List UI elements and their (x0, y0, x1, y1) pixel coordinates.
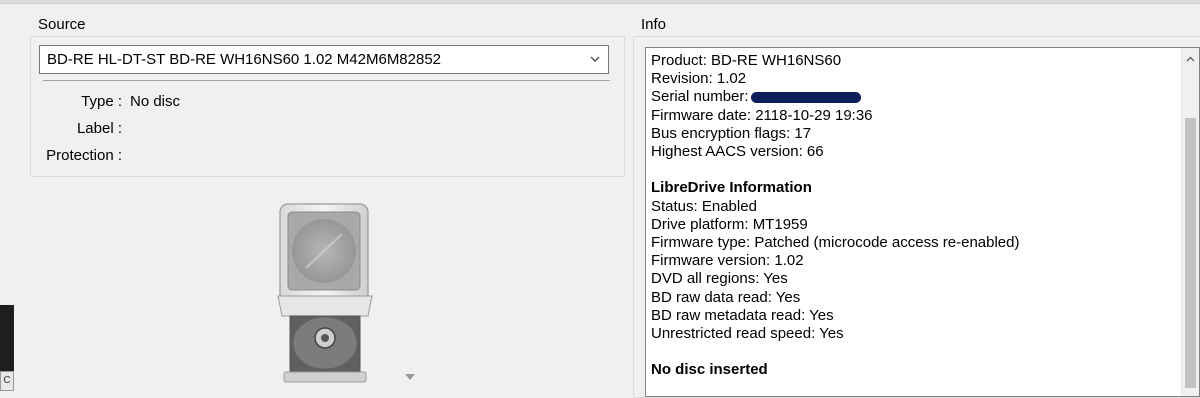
scrollbar-thumb[interactable] (1185, 118, 1196, 388)
info-firmware-version: Firmware version: 1.02 (651, 252, 804, 270)
info-group-title: Info (641, 16, 667, 33)
chevron-down-icon (590, 56, 600, 62)
info-gap (651, 161, 1019, 179)
info-product: Product: BD-RE WH16NS60 (651, 52, 842, 69)
source-group-title: Source (38, 16, 86, 33)
redacted-serial (750, 91, 861, 103)
scroll-up-arrow-icon[interactable] (1186, 56, 1195, 62)
info-bd-raw-metadata: BD raw metadata read: Yes (651, 306, 834, 324)
info-revision: Revision: 1.02 (651, 70, 747, 88)
source-separator (43, 80, 610, 81)
info-firmware-type: Firmware type: Patched (microcode access… (651, 234, 1020, 252)
info-text-area[interactable]: Product: BD-RE WH16NS60 Revision: 1.02 S… (645, 47, 1200, 397)
info-scrollbar[interactable] (1181, 48, 1199, 396)
optical-drive-icon[interactable] (270, 198, 380, 389)
background-window-edge: C (0, 305, 14, 391)
type-value: No disc (130, 93, 181, 110)
drive-select-dropdown[interactable]: BD-RE HL-DT-ST BD-RE WH16NS60 1.02 M42M6… (39, 45, 609, 74)
info-gap (651, 343, 1019, 361)
chevron-down-icon[interactable] (405, 374, 415, 380)
info-serial-line: Serial number: (651, 88, 1019, 106)
taskbar-chip[interactable]: C (0, 371, 14, 391)
label-label: Label : (76, 120, 122, 137)
info-dvd-regions: DVD all regions: Yes (651, 270, 788, 288)
libredrive-heading: LibreDrive Information (651, 179, 812, 197)
info-firmware-date: Firmware date: 2118-10-29 19:36 (651, 106, 873, 124)
info-bus-encryption: Bus encryption flags: 17 (651, 124, 812, 142)
drive-select-value: BD-RE HL-DT-ST BD-RE WH16NS60 1.02 M42M6… (47, 51, 442, 68)
type-label: Type : (81, 93, 122, 110)
no-disc-status: No disc inserted (651, 361, 768, 379)
info-unrestricted-speed: Unrestricted read speed: Yes (651, 325, 844, 343)
info-highest-aacs: Highest AACS version: 66 (651, 143, 824, 161)
info-bd-raw-read: BD raw data read: Yes (651, 288, 801, 306)
protection-label: Protection : (46, 147, 122, 164)
info-drive-platform: Drive platform: MT1959 (651, 215, 808, 233)
window-top-edge (0, 0, 1200, 4)
info-serial-label: Serial number: (651, 88, 749, 106)
info-status: Status: Enabled (651, 197, 757, 215)
